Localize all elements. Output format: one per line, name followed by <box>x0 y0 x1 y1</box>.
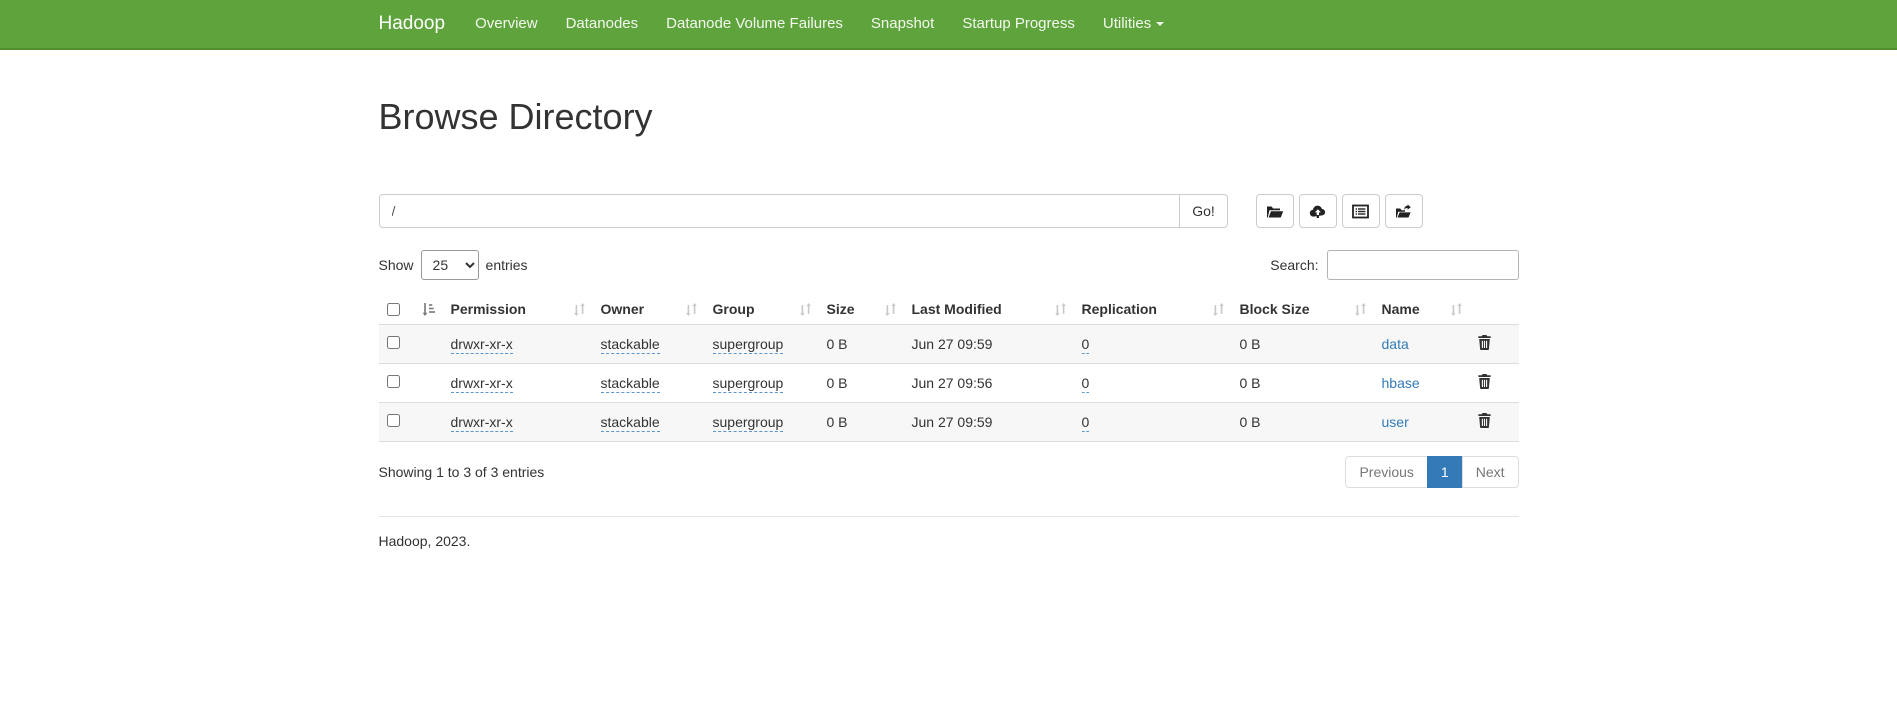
sort-active-icon[interactable] <box>422 303 435 316</box>
permission-cell[interactable]: drwxr-xr-x <box>451 414 513 432</box>
page-title: Browse Directory <box>379 96 1519 138</box>
length-label-before: Show <box>379 257 414 273</box>
dir-link-hbase[interactable]: hbase <box>1382 375 1420 391</box>
navbar-menu: Overview Datanodes Datanode Volume Failu… <box>461 0 1178 48</box>
size-cell: 0 B <box>827 336 848 352</box>
col-size: Size <box>827 301 855 317</box>
owner-cell[interactable]: stackable <box>601 336 660 354</box>
table-row: drwxr-xr-x stackable supergroup 0 B Jun … <box>379 364 1519 403</box>
table-footer: Showing 1 to 3 of 3 entries Previous 1 N… <box>379 456 1519 488</box>
col-permission: Permission <box>451 301 526 317</box>
footer-text: Hadoop, 2023. <box>379 533 1519 549</box>
pagination-previous[interactable]: Previous <box>1345 456 1427 488</box>
nav-item-utilities-label: Utilities <box>1103 15 1151 32</box>
cloud-upload-icon <box>1309 204 1327 219</box>
last-modified-cell: Jun 27 09:56 <box>912 375 993 391</box>
col-group: Group <box>713 301 755 317</box>
delete-button[interactable] <box>1478 374 1491 389</box>
sort-icon <box>1451 303 1462 316</box>
replication-cell[interactable]: 0 <box>1082 336 1090 354</box>
col-owner: Owner <box>601 301 645 317</box>
nav-item-datanode-volume-failures[interactable]: Datanode Volume Failures <box>652 0 857 48</box>
nav-item-utilities[interactable]: Utilities <box>1089 0 1178 48</box>
trash-icon <box>1478 413 1491 428</box>
col-replication: Replication <box>1082 301 1157 317</box>
sort-icon <box>574 303 585 316</box>
trash-icon <box>1478 335 1491 350</box>
go-button[interactable]: Go! <box>1179 194 1228 228</box>
pagination-next[interactable]: Next <box>1462 456 1519 488</box>
row-checkbox[interactable] <box>387 414 400 427</box>
sort-icon <box>800 303 811 316</box>
paste-button[interactable] <box>1342 194 1380 228</box>
owner-cell[interactable]: stackable <box>601 414 660 432</box>
table-header-row: Permission Owner Group Size Last Modifie… <box>379 294 1519 325</box>
path-input[interactable] <box>379 194 1181 228</box>
brand-hadoop[interactable]: Hadoop <box>379 13 462 35</box>
block-size-cell: 0 B <box>1240 336 1261 352</box>
replication-cell[interactable]: 0 <box>1082 375 1090 393</box>
table-row: drwxr-xr-x stackable supergroup 0 B Jun … <box>379 325 1519 364</box>
size-cell: 0 B <box>827 414 848 430</box>
table-info: Showing 1 to 3 of 3 entries <box>379 464 545 480</box>
group-cell[interactable]: supergroup <box>713 336 784 354</box>
explorer-toolbar <box>1256 194 1423 228</box>
page-length-control: Show 25 entries <box>379 250 528 280</box>
sort-icon <box>1355 303 1366 316</box>
length-label-after: entries <box>486 257 528 273</box>
last-modified-cell: Jun 27 09:59 <box>912 336 993 352</box>
group-cell[interactable]: supergroup <box>713 375 784 393</box>
permission-cell[interactable]: drwxr-xr-x <box>451 336 513 354</box>
dir-link-user[interactable]: user <box>1382 414 1409 430</box>
sort-icon <box>885 303 896 316</box>
path-input-group: Go! <box>379 194 1228 228</box>
block-size-cell: 0 B <box>1240 375 1261 391</box>
row-checkbox[interactable] <box>387 375 400 388</box>
search-input[interactable] <box>1327 250 1519 280</box>
caret-down-icon <box>1156 22 1164 26</box>
list-alt-icon <box>1352 204 1369 219</box>
move-button[interactable] <box>1385 194 1423 228</box>
block-size-cell: 0 B <box>1240 414 1261 430</box>
table-row: drwxr-xr-x stackable supergroup 0 B Jun … <box>379 403 1519 442</box>
nav-item-datanodes[interactable]: Datanodes <box>552 0 653 48</box>
group-cell[interactable]: supergroup <box>713 414 784 432</box>
sort-icon <box>686 303 697 316</box>
trash-icon <box>1478 374 1491 389</box>
create-directory-button[interactable] <box>1256 194 1294 228</box>
footer-divider <box>379 516 1519 517</box>
col-name: Name <box>1382 301 1420 317</box>
page-length-select[interactable]: 25 <box>421 250 479 280</box>
pagination-page-1[interactable]: 1 <box>1427 456 1463 488</box>
size-cell: 0 B <box>827 375 848 391</box>
select-all-checkbox[interactable] <box>387 303 400 316</box>
nav-item-startup-progress[interactable]: Startup Progress <box>948 0 1089 48</box>
row-checkbox[interactable] <box>387 336 400 349</box>
search-label: Search: <box>1270 257 1318 273</box>
permission-cell[interactable]: drwxr-xr-x <box>451 375 513 393</box>
table-controls: Show 25 entries Search: <box>379 250 1519 280</box>
folder-move-icon <box>1395 204 1413 219</box>
pagination: Previous 1 Next <box>1345 456 1518 488</box>
last-modified-cell: Jun 27 09:59 <box>912 414 993 430</box>
replication-cell[interactable]: 0 <box>1082 414 1090 432</box>
dir-link-data[interactable]: data <box>1382 336 1409 352</box>
top-navbar: Hadoop Overview Datanodes Datanode Volum… <box>0 0 1897 50</box>
search-control: Search: <box>1270 250 1518 280</box>
col-last-modified: Last Modified <box>912 301 1002 317</box>
owner-cell[interactable]: stackable <box>601 375 660 393</box>
directory-table: Permission Owner Group Size Last Modifie… <box>379 294 1519 442</box>
nav-item-overview[interactable]: Overview <box>461 0 552 48</box>
col-block-size: Block Size <box>1240 301 1310 317</box>
folder-open-icon <box>1266 204 1284 219</box>
delete-button[interactable] <box>1478 413 1491 428</box>
delete-button[interactable] <box>1478 335 1491 350</box>
sort-icon <box>1055 303 1066 316</box>
explorer-bar: Go! <box>379 194 1519 228</box>
sort-icon <box>1213 303 1224 316</box>
upload-files-button[interactable] <box>1299 194 1337 228</box>
nav-item-snapshot[interactable]: Snapshot <box>857 0 948 48</box>
